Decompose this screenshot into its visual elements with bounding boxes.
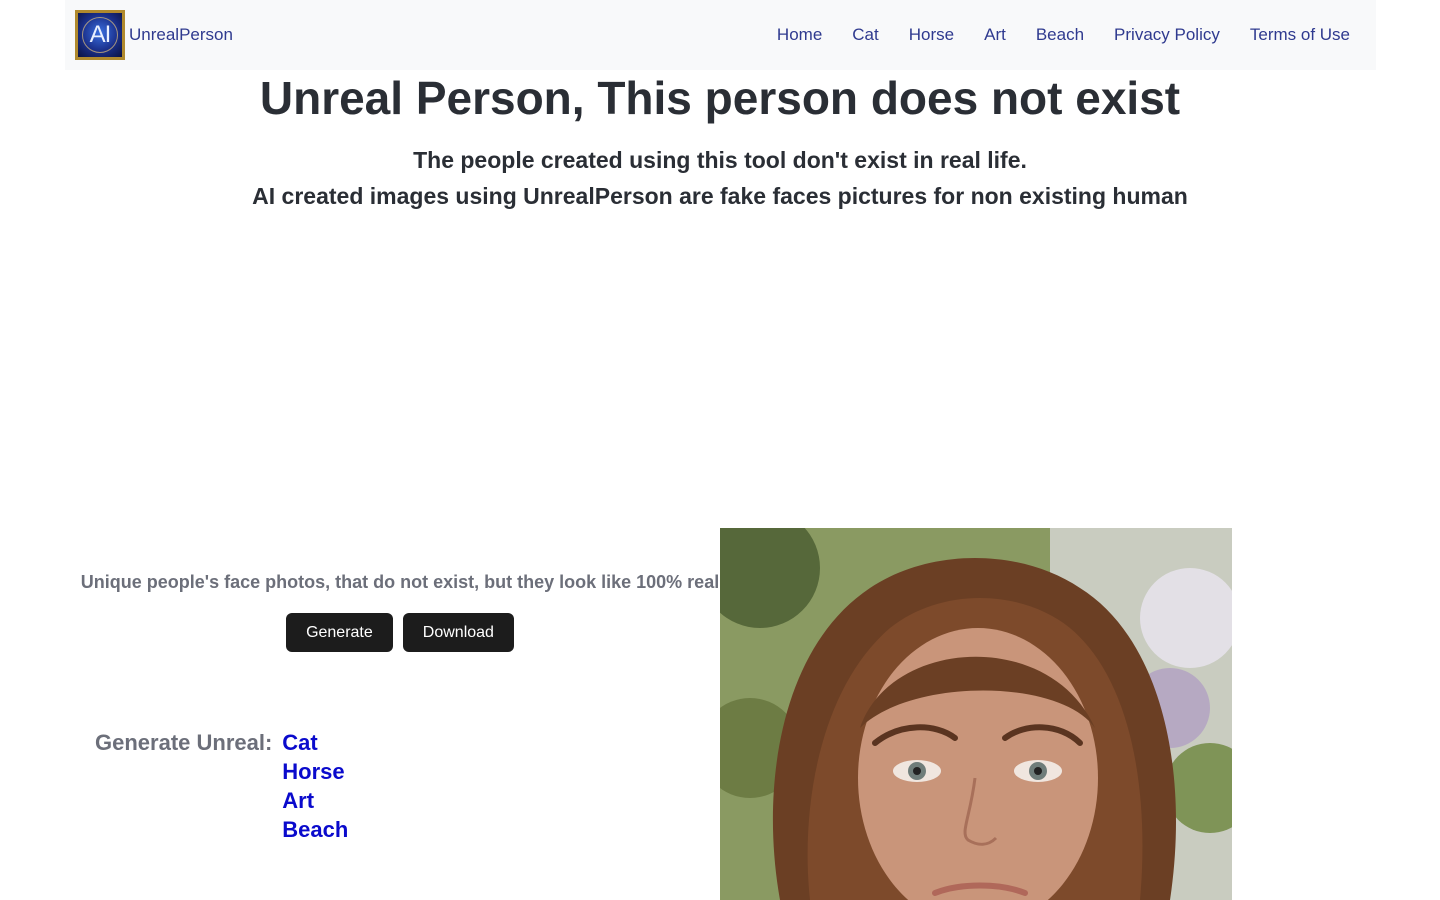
subtitle-line-2: AI created images using UnrealPerson are… bbox=[252, 183, 1188, 209]
generated-face-image bbox=[720, 528, 1232, 900]
logo: AI bbox=[75, 10, 125, 60]
generate-link-beach[interactable]: Beach bbox=[282, 815, 348, 844]
nav-link-home[interactable]: Home bbox=[777, 25, 822, 45]
logo-text: AI bbox=[89, 21, 112, 48]
subtitle-line-1: The people created using this tool don't… bbox=[413, 147, 1027, 173]
generate-button[interactable]: Generate bbox=[286, 613, 393, 652]
nav-link-horse[interactable]: Horse bbox=[909, 25, 954, 45]
generate-link-horse[interactable]: Horse bbox=[282, 757, 348, 786]
face-illustration bbox=[720, 528, 1232, 900]
generate-link-cat[interactable]: Cat bbox=[282, 728, 348, 757]
nav-links: Home Cat Horse Art Beach Privacy Policy … bbox=[777, 0, 1350, 70]
button-row: Generate Download bbox=[80, 613, 720, 652]
nav-link-terms-of-use[interactable]: Terms of Use bbox=[1250, 25, 1350, 45]
generator-panel: Unique people's face photos, that do not… bbox=[80, 570, 720, 652]
tagline: Unique people's face photos, that do not… bbox=[80, 572, 720, 592]
navbar: AI UnrealPerson Home Cat Horse Art Beach… bbox=[65, 0, 1376, 70]
brand-name: UnrealPerson bbox=[129, 25, 233, 44]
brand-link[interactable]: AI UnrealPerson bbox=[75, 10, 233, 60]
nav-link-privacy-policy[interactable]: Privacy Policy bbox=[1114, 25, 1220, 45]
page-title: Unreal Person, This person does not exis… bbox=[259, 72, 1181, 124]
nav-link-beach[interactable]: Beach bbox=[1036, 25, 1084, 45]
generate-unreal-label: Generate Unreal: bbox=[95, 730, 273, 755]
generate-unreal-links: Cat Horse Art Beach bbox=[282, 728, 348, 844]
generate-unreal-section: Generate Unreal: Cat Horse Art Beach bbox=[95, 728, 348, 844]
generate-link-art[interactable]: Art bbox=[282, 786, 348, 815]
nav-link-cat[interactable]: Cat bbox=[852, 25, 878, 45]
nav-link-art[interactable]: Art bbox=[984, 25, 1006, 45]
download-button[interactable]: Download bbox=[402, 613, 514, 652]
